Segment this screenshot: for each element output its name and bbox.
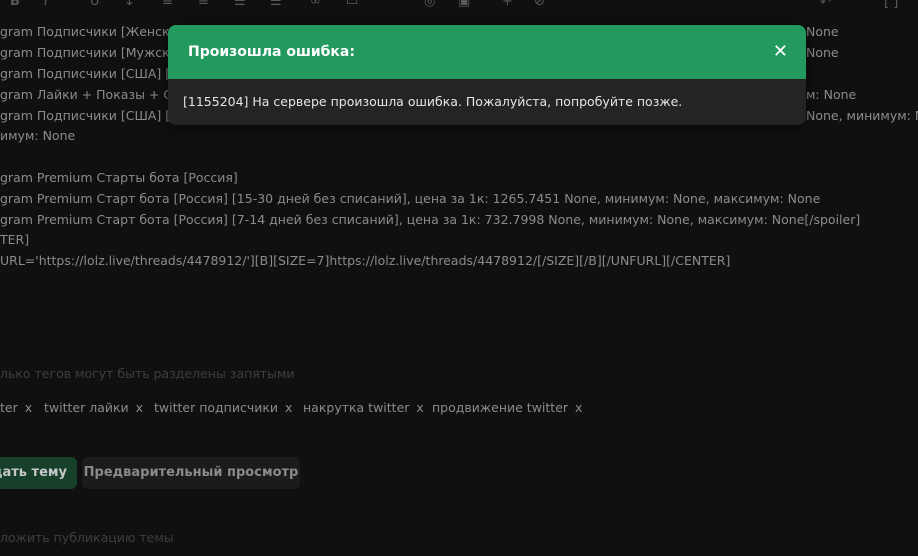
- undo-icon[interactable]: ↶: [820, 0, 831, 10]
- tag-remove-button[interactable]: x: [285, 400, 292, 415]
- tag-item: twitter подписчики x: [154, 400, 292, 415]
- picture-icon[interactable]: ▣: [458, 0, 470, 9]
- editor-line-fragment: None: [806, 24, 839, 39]
- smile-icon[interactable]: ◎: [424, 0, 435, 9]
- tag-label: ter: [0, 400, 18, 415]
- editor-toolbar: B I U ↕ ≡ ≡ ☰ ☰ ∞ ▭ ◎ ▣ + ⊘ ↶ [ ]: [0, 0, 918, 14]
- list-icon[interactable]: ☰: [234, 0, 246, 9]
- tag-label: twitter лайки: [44, 400, 129, 415]
- editor-line: gram Подписчики [США] [: [0, 108, 171, 123]
- font-size-icon[interactable]: ↕: [124, 0, 135, 9]
- tags-hint: лько тегов могут быть разделены запятыми: [0, 366, 295, 381]
- image-icon[interactable]: ▭: [346, 0, 358, 9]
- editor-line: gram Подписчики [Женски: [0, 24, 178, 39]
- tag-remove-button[interactable]: x: [136, 400, 143, 415]
- tag-remove-button[interactable]: x: [575, 400, 582, 415]
- tag-item: ter x: [0, 400, 32, 415]
- preview-button[interactable]: Предварительный просмотр: [82, 457, 300, 489]
- editor-line: имум: None: [0, 128, 76, 143]
- tag-item: накрутка twitter x: [303, 400, 424, 415]
- editor-line: gram Подписчики [Мужски: [0, 45, 178, 60]
- fullscreen-icon[interactable]: [ ]: [884, 0, 898, 10]
- bold-icon[interactable]: B: [10, 0, 20, 9]
- tag-item: twitter лайки x: [44, 400, 143, 415]
- tag-remove-button[interactable]: x: [416, 400, 423, 415]
- error-dialog-header: Произошла ошибка: ✕: [168, 25, 806, 79]
- error-dialog: Произошла ошибка: ✕ [1155204] На сервере…: [168, 25, 806, 125]
- editor-line: URL='https://lolz.live/threads/4478912/'…: [0, 253, 731, 268]
- tag-remove-button[interactable]: x: [25, 400, 32, 415]
- error-message: [1155204] На сервере произошла ошибка. П…: [183, 94, 683, 109]
- align-icon[interactable]: ≡: [198, 0, 209, 9]
- editor-line: gram Premium Старты бота [Россия]: [0, 170, 238, 185]
- hide-icon[interactable]: ⊘: [534, 0, 545, 9]
- editor-line: gram Подписчики [США] [: [0, 66, 171, 81]
- strike-icon[interactable]: ≡: [162, 0, 173, 9]
- editor-line-fragment: м: None: [806, 87, 857, 102]
- link-icon[interactable]: ∞: [310, 0, 321, 9]
- editor-line: gram Premium Старт бота [Россия] [15-30 …: [0, 191, 821, 206]
- tag-label: накрутка twitter: [303, 400, 410, 415]
- underline-icon[interactable]: U: [90, 0, 100, 9]
- italic-icon[interactable]: I: [44, 0, 48, 9]
- create-thread-button[interactable]: дать тему: [0, 457, 77, 489]
- tag-label: twitter подписчики: [154, 400, 279, 415]
- editor-line-fragment: None, минимум: None: [806, 108, 918, 123]
- editor-line-fragment: None: [806, 45, 839, 60]
- close-icon[interactable]: ✕: [773, 43, 788, 61]
- tag-label: продвижение twitter: [432, 400, 569, 415]
- error-dialog-title: Произошла ошибка:: [188, 44, 355, 60]
- editor-line: TER]: [0, 232, 30, 247]
- error-dialog-body: [1155204] На сервере произошла ошибка. П…: [168, 79, 806, 109]
- list-icon-2[interactable]: ☰: [270, 0, 282, 9]
- editor-line: gram Premium Старт бота [Россия] [7-14 д…: [0, 212, 861, 227]
- editor-line: gram Лайки + Показы + Ох: [0, 87, 181, 102]
- tag-item: продвижение twitter x: [432, 400, 582, 415]
- schedule-publication-option[interactable]: ложить публикацию темы: [0, 530, 174, 545]
- add-icon[interactable]: +: [502, 0, 513, 9]
